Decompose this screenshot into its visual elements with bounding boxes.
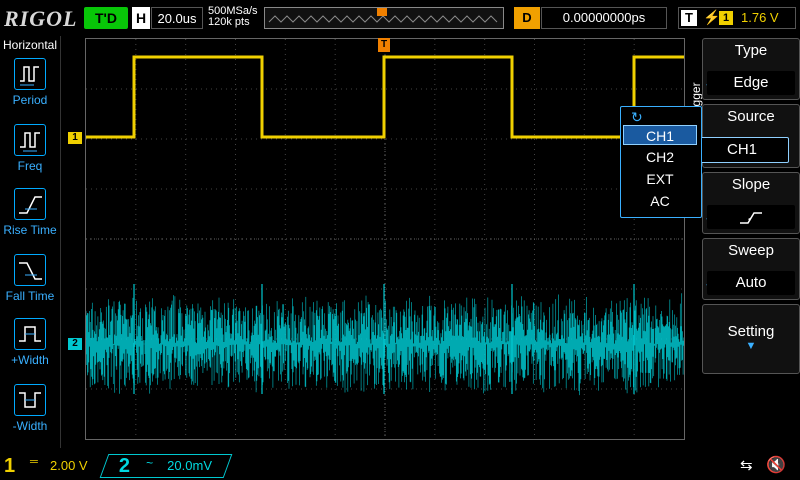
brand-logo: RIGOL xyxy=(4,6,78,31)
timebase-key: H xyxy=(132,7,150,29)
trigger-slope-title: Slope xyxy=(731,176,771,193)
trigger-sweep-button[interactable]: Sweep ◀ Auto xyxy=(702,238,800,300)
minus-width-label: -Width xyxy=(12,419,48,433)
trigger-source-value: CH1 xyxy=(695,137,789,163)
ch2-status[interactable]: 2 ~ 20.0mV xyxy=(99,454,233,478)
trigger-source-button[interactable]: Source CH1 xyxy=(695,104,800,168)
trigger-key: T xyxy=(681,10,697,26)
memory-depth: 120k pts xyxy=(208,16,250,28)
ch1-scale: 2.00 V xyxy=(50,458,88,473)
rise-time-icon xyxy=(14,188,46,220)
trigger-type-title: Type xyxy=(734,42,768,59)
measure-plus-width-button[interactable]: +Width xyxy=(0,318,60,367)
trigger-setting-button[interactable]: Setting ▼ xyxy=(702,304,800,374)
source-option-ext[interactable]: EXT xyxy=(623,169,697,189)
rising-edge-icon xyxy=(740,212,762,224)
ch1-ground-marker[interactable]: 1 xyxy=(68,132,82,144)
left-menu-title: Horizontal xyxy=(2,38,58,52)
top-status-bar: RIGOL T'D H 20.0us 500MSa/s 120k pts D 0… xyxy=(0,0,800,36)
acquisition-info: 500MSa/s 120k pts xyxy=(208,6,258,28)
timebase-value[interactable]: 20.0us xyxy=(151,7,203,29)
trigger-setting-title: Setting xyxy=(727,323,775,340)
waveform-display[interactable] xyxy=(85,38,685,440)
source-option-ch1[interactable]: CH1 xyxy=(623,125,697,145)
trigger-sweep-title: Sweep xyxy=(728,242,774,259)
usb-icon: ⇆ xyxy=(740,457,753,474)
plus-width-icon xyxy=(14,318,46,350)
minus-width-icon xyxy=(14,384,46,416)
trigger-status[interactable]: T ⚡ 1 1.76 V xyxy=(678,7,796,29)
run-stop-status[interactable]: T'D xyxy=(84,7,128,29)
measure-freq-button[interactable]: Freq xyxy=(0,124,60,173)
slope-value xyxy=(707,205,795,229)
measure-period-button[interactable]: Period xyxy=(0,58,60,107)
delay-value[interactable]: 0.00000000ps xyxy=(541,7,667,29)
trigger-type-value: Edge xyxy=(707,71,795,95)
source-option-ac[interactable]: AC xyxy=(623,191,697,211)
ch1-waveform xyxy=(86,55,684,139)
fall-time-label: Fall Time xyxy=(5,289,55,303)
trigger-sweep-value: Auto xyxy=(707,271,795,295)
measure-rise-time-button[interactable]: Rise Time xyxy=(0,188,60,237)
ch1-number: 1 xyxy=(4,455,16,477)
trigger-channel-badge: 1 xyxy=(719,11,733,25)
ch1-status[interactable]: 1 ═ 2.00 V xyxy=(0,455,100,477)
period-label: Period xyxy=(12,93,48,107)
freq-label: Freq xyxy=(17,159,43,173)
period-icon xyxy=(14,58,46,90)
trigger-menu: Type ◀ Edge Source CH1 Slope ◀ Sweep ◀ A… xyxy=(695,38,800,438)
waveform-canvas xyxy=(86,39,684,439)
chevron-down-icon: ▼ xyxy=(745,340,757,352)
ch2-number: 2 xyxy=(118,455,130,477)
plus-width-label: +Width xyxy=(11,353,49,367)
rotate-knob-icon: ↻ xyxy=(631,109,643,125)
ch2-scale: 20.0mV xyxy=(167,458,212,473)
trigger-type-button[interactable]: Type ◀ Edge xyxy=(702,38,800,100)
memory-map-bar xyxy=(264,7,504,29)
trigger-source-popup: ↻ CH1 CH2 EXT AC xyxy=(620,106,702,218)
dc-coupling-icon: ═ xyxy=(30,456,38,468)
trigger-slope-button[interactable]: Slope ◀ xyxy=(702,172,800,234)
trigger-level: 1.76 V xyxy=(741,10,779,25)
ch2-ground-marker[interactable]: 2 xyxy=(68,338,82,350)
fall-time-icon xyxy=(14,254,46,286)
delay-key: D xyxy=(514,7,540,29)
freq-icon xyxy=(14,124,46,156)
ac-coupling-icon: ~ xyxy=(146,456,154,470)
measure-minus-width-button[interactable]: -Width xyxy=(0,384,60,433)
sound-mute-icon[interactable]: 🔇 xyxy=(766,455,786,475)
rise-time-label: Rise Time xyxy=(3,223,57,237)
memory-trigger-marker xyxy=(377,8,387,16)
memory-map-waveform xyxy=(268,8,498,23)
trigger-source-title: Source xyxy=(727,108,775,125)
measure-fall-time-button[interactable]: Fall Time xyxy=(0,254,60,303)
source-option-ch2[interactable]: CH2 xyxy=(623,147,697,167)
rising-edge-icon: ⚡ xyxy=(703,9,721,25)
trigger-position-marker[interactable]: T xyxy=(378,38,390,52)
